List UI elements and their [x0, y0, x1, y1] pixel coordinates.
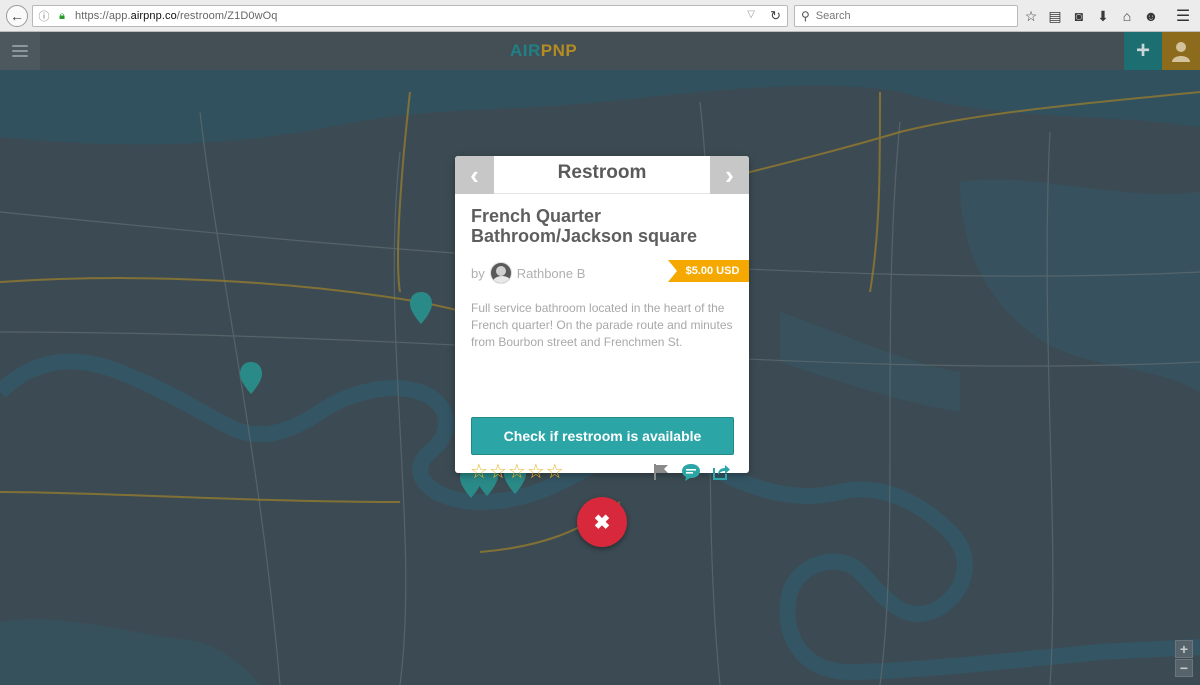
check-availability-button[interactable]: Check if restroom is available — [471, 417, 734, 455]
by-label: by — [471, 265, 485, 281]
close-button[interactable]: ✖ — [577, 497, 627, 547]
hamburger-icon — [12, 45, 28, 47]
url-text: https://app.airpnp.co/restroom/Z1D0wOq — [75, 10, 278, 22]
user-menu-button[interactable] — [1162, 32, 1200, 70]
previous-button[interactable]: ‹ — [455, 156, 494, 194]
search-placeholder: Search — [815, 10, 851, 22]
app-header: AIRPNP + — [0, 32, 1200, 70]
host-row: by Rathbone B — [471, 262, 585, 284]
browser-toolbar: ← ⓘ 🔒︎ https://app.airpnp.co/restroom/Z1… — [0, 0, 1200, 32]
host-name[interactable]: Rathbone B — [517, 266, 586, 281]
browser-menu-icon[interactable]: ☰ — [1174, 6, 1192, 26]
home-icon[interactable]: ⌂ — [1118, 6, 1136, 26]
lock-icon: 🔒︎ — [59, 9, 65, 22]
site-identity-icon[interactable]: ⓘ — [37, 9, 51, 23]
card-title: Restroom — [557, 162, 647, 183]
browser-search-input[interactable]: ⚲ Search — [794, 5, 1018, 27]
description: Full service bathroom located in the hea… — [471, 301, 733, 349]
price-badge: $5.00 USD — [668, 260, 749, 282]
star-icon[interactable]: ☆ — [527, 462, 545, 482]
add-restroom-button[interactable]: + — [1124, 32, 1162, 70]
reading-list-icon[interactable]: ▤ — [1046, 6, 1064, 26]
next-button[interactable]: › — [710, 156, 749, 194]
chevron-right-icon: › — [725, 159, 734, 190]
chat-icon[interactable]: ☻ — [1142, 6, 1160, 26]
back-button[interactable]: ← — [6, 4, 28, 27]
star-icon[interactable]: ☆ — [489, 462, 507, 482]
zoom-out-button[interactable]: − — [1175, 659, 1193, 677]
comment-icon[interactable] — [681, 462, 701, 482]
flag-icon[interactable] — [651, 462, 671, 482]
bookmark-star-icon[interactable]: ☆ — [1022, 6, 1040, 26]
star-rating[interactable]: ☆ ☆ ☆ ☆ ☆ — [470, 462, 564, 482]
restroom-card: ‹ Restroom › French Quarter Bathroom/Jac… — [455, 156, 749, 482]
card-actions — [651, 462, 731, 482]
download-icon[interactable]: ⬇ — [1094, 6, 1112, 26]
zoom-in-button[interactable]: + — [1175, 640, 1193, 658]
star-icon[interactable]: ☆ — [470, 462, 488, 482]
url-dropdown-icon[interactable]: ▽ — [747, 9, 755, 20]
reload-icon[interactable]: ↻ — [770, 8, 781, 24]
menu-button[interactable] — [0, 32, 40, 70]
plus-icon: + — [1135, 37, 1150, 64]
user-icon — [1172, 42, 1190, 62]
avatar[interactable] — [489, 262, 512, 284]
chevron-left-icon: ‹ — [470, 159, 479, 190]
pocket-icon[interactable]: ◙ — [1070, 6, 1088, 26]
airpnp-logo[interactable]: AIRPNP — [510, 41, 577, 61]
close-icon: ✖ — [593, 511, 611, 534]
search-icon: ⚲ — [801, 9, 810, 23]
star-icon[interactable]: ☆ — [508, 462, 526, 482]
address-bar[interactable]: ⓘ 🔒︎ https://app.airpnp.co/restroom/Z1D0… — [32, 5, 788, 27]
share-icon[interactable] — [711, 462, 731, 482]
app-viewport: AIRPNP + + − ‹ Restroom › French Quarter… — [0, 32, 1200, 685]
card-header: ‹ Restroom › — [455, 156, 749, 194]
place-name: French Quarter Bathroom/Jackson square — [471, 206, 698, 246]
star-icon[interactable]: ☆ — [546, 462, 564, 482]
